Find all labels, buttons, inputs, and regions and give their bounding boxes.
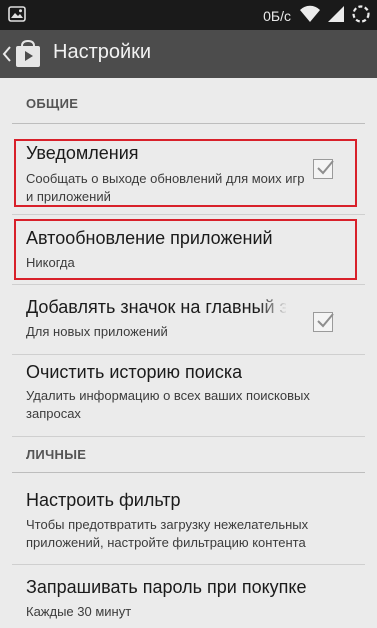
up-navigation-button[interactable]	[0, 30, 48, 78]
setting-password[interactable]: Запрашивать пароль при покупке Каждые 30…	[12, 565, 365, 628]
back-icon	[2, 44, 12, 68]
signal-icon	[327, 5, 345, 27]
title-fade	[258, 295, 288, 321]
section-header-general: ОБЩИЕ	[26, 96, 79, 111]
setting-clear-history[interactable]: Очистить историю поиска Удалить информац…	[12, 355, 365, 435]
setting-subtitle: Каждые 30 минут	[26, 604, 132, 619]
action-bar: Настройки	[0, 30, 377, 78]
highlight-box-auto-update	[14, 219, 357, 280]
setting-title: Настроить фильтр	[26, 490, 181, 510]
add-icon-checkbox[interactable]	[313, 312, 334, 332]
data-rate: 0Б/с	[263, 8, 291, 24]
status-bar: 0Б/с	[0, 0, 377, 30]
highlight-box-notifications	[14, 139, 357, 207]
wifi-icon	[299, 5, 321, 27]
settings-list: ОБЩИЕ Уведомления Сообщать о выходе обно…	[0, 78, 377, 628]
setting-filter[interactable]: Настроить фильтр Чтобы предотвратить заг…	[12, 473, 365, 563]
setting-title: Запрашивать пароль при покупке	[26, 577, 307, 597]
play-store-icon	[14, 39, 42, 72]
battery-loading-icon	[351, 4, 371, 28]
section-header-personal: ЛИЧНЫЕ	[26, 447, 87, 462]
image-icon	[8, 6, 26, 26]
setting-subtitle: Удалить информацию о всех ваших поисковы…	[26, 388, 310, 421]
item-divider	[12, 436, 365, 437]
setting-subtitle: Для новых приложений	[26, 324, 168, 339]
section-divider	[12, 123, 365, 124]
page-title: Настройки	[53, 41, 152, 63]
setting-subtitle: Чтобы предотвратить загрузку нежелательн…	[26, 517, 309, 550]
setting-add-icon[interactable]: Добавлять значок на главный экр Для новы…	[12, 285, 365, 353]
setting-title: Добавлять значок на главный экр	[26, 297, 286, 317]
setting-title: Очистить историю поиска	[26, 362, 243, 382]
